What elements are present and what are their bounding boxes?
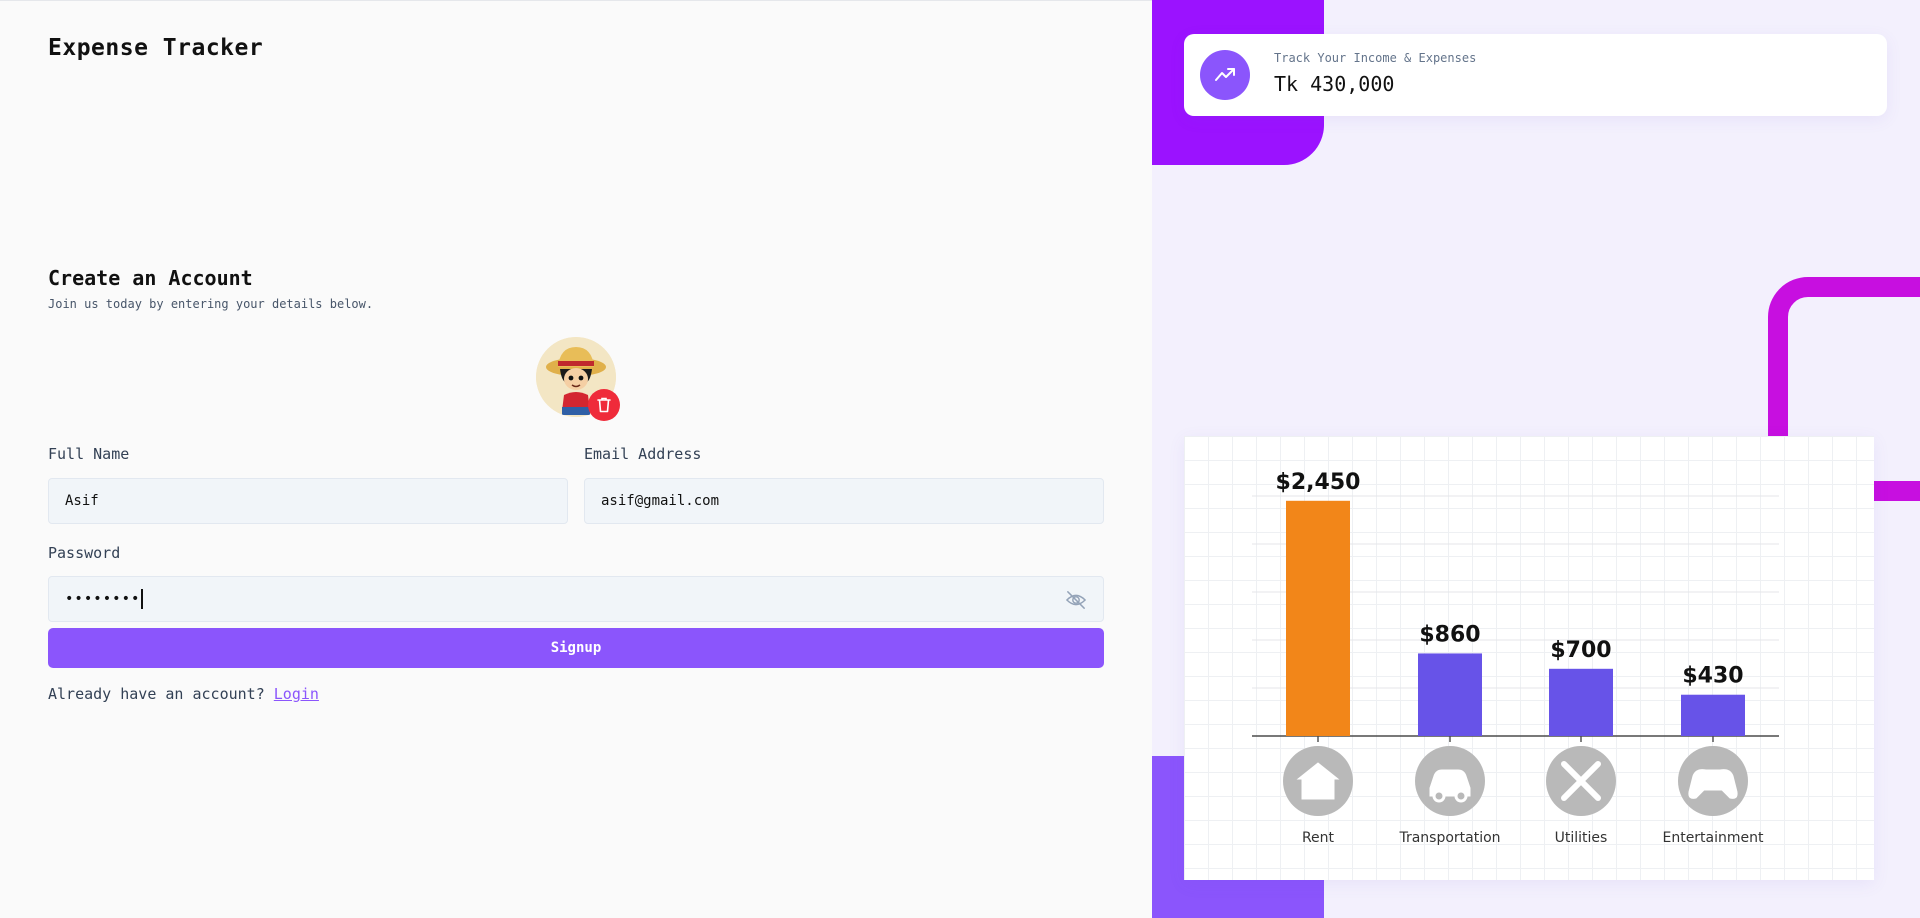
expense-chart-card: $2,450 Rent $860 Transportation $700 Utilitie… — [1184, 436, 1874, 880]
login-prompt-row: Already have an account? Login — [48, 685, 319, 703]
password-field[interactable]: •••••••• — [48, 576, 1104, 622]
stat-label: Track Your Income & Expenses — [1274, 51, 1477, 65]
illustration-panel: Track Your Income & Expenses Tk 430,000 … — [1152, 0, 1920, 918]
trend-up-icon — [1200, 50, 1250, 100]
car-wheel — [1454, 789, 1468, 803]
remove-photo-button[interactable] — [588, 389, 620, 421]
expense-bar-chart: $2,450 Rent $860 Transportation $700 Utilitie… — [1252, 470, 1779, 846]
password-input[interactable]: •••••••• — [65, 591, 140, 607]
text-cursor — [141, 589, 143, 609]
full-name-field[interactable] — [48, 478, 568, 524]
page-subtitle: Join us today by entering your details b… — [48, 297, 374, 311]
bar-utilities — [1549, 668, 1613, 736]
login-prompt: Already have an account? — [48, 685, 265, 703]
x-tick-label: Transportation — [1398, 830, 1500, 846]
login-link[interactable]: Login — [274, 685, 319, 703]
data-label: $430 — [1682, 664, 1743, 689]
x-tick-label: Entertainment — [1662, 830, 1764, 846]
x-tick-label: Rent — [1302, 830, 1335, 846]
eye-off-icon[interactable] — [1065, 590, 1087, 610]
profile-photo-selector[interactable] — [536, 337, 620, 421]
page-title: Create an Account — [48, 266, 253, 290]
signup-panel: Expense Tracker Create an Account Join u… — [0, 0, 1152, 918]
email-label: Email Address — [584, 445, 702, 463]
app-title: Expense Tracker — [48, 35, 264, 61]
full-name-label: Full Name — [48, 445, 130, 463]
full-name-input[interactable] — [65, 493, 551, 509]
data-label: $860 — [1419, 622, 1480, 647]
bar-transportation — [1418, 653, 1482, 736]
bar-entertainment — [1681, 694, 1745, 736]
car-wheel — [1432, 789, 1446, 803]
x-tick-label: Utilities — [1555, 830, 1608, 846]
bar-rent — [1286, 500, 1350, 736]
email-input[interactable] — [601, 493, 1087, 509]
trash-icon — [597, 397, 611, 413]
stat-value: Tk 430,000 — [1274, 72, 1395, 96]
data-label: $2,450 — [1276, 470, 1361, 495]
stat-card: Track Your Income & Expenses Tk 430,000 — [1184, 34, 1887, 116]
email-field[interactable] — [584, 478, 1104, 524]
password-label: Password — [48, 544, 121, 562]
signup-button[interactable]: Signup — [48, 628, 1104, 668]
data-label: $700 — [1550, 638, 1611, 663]
